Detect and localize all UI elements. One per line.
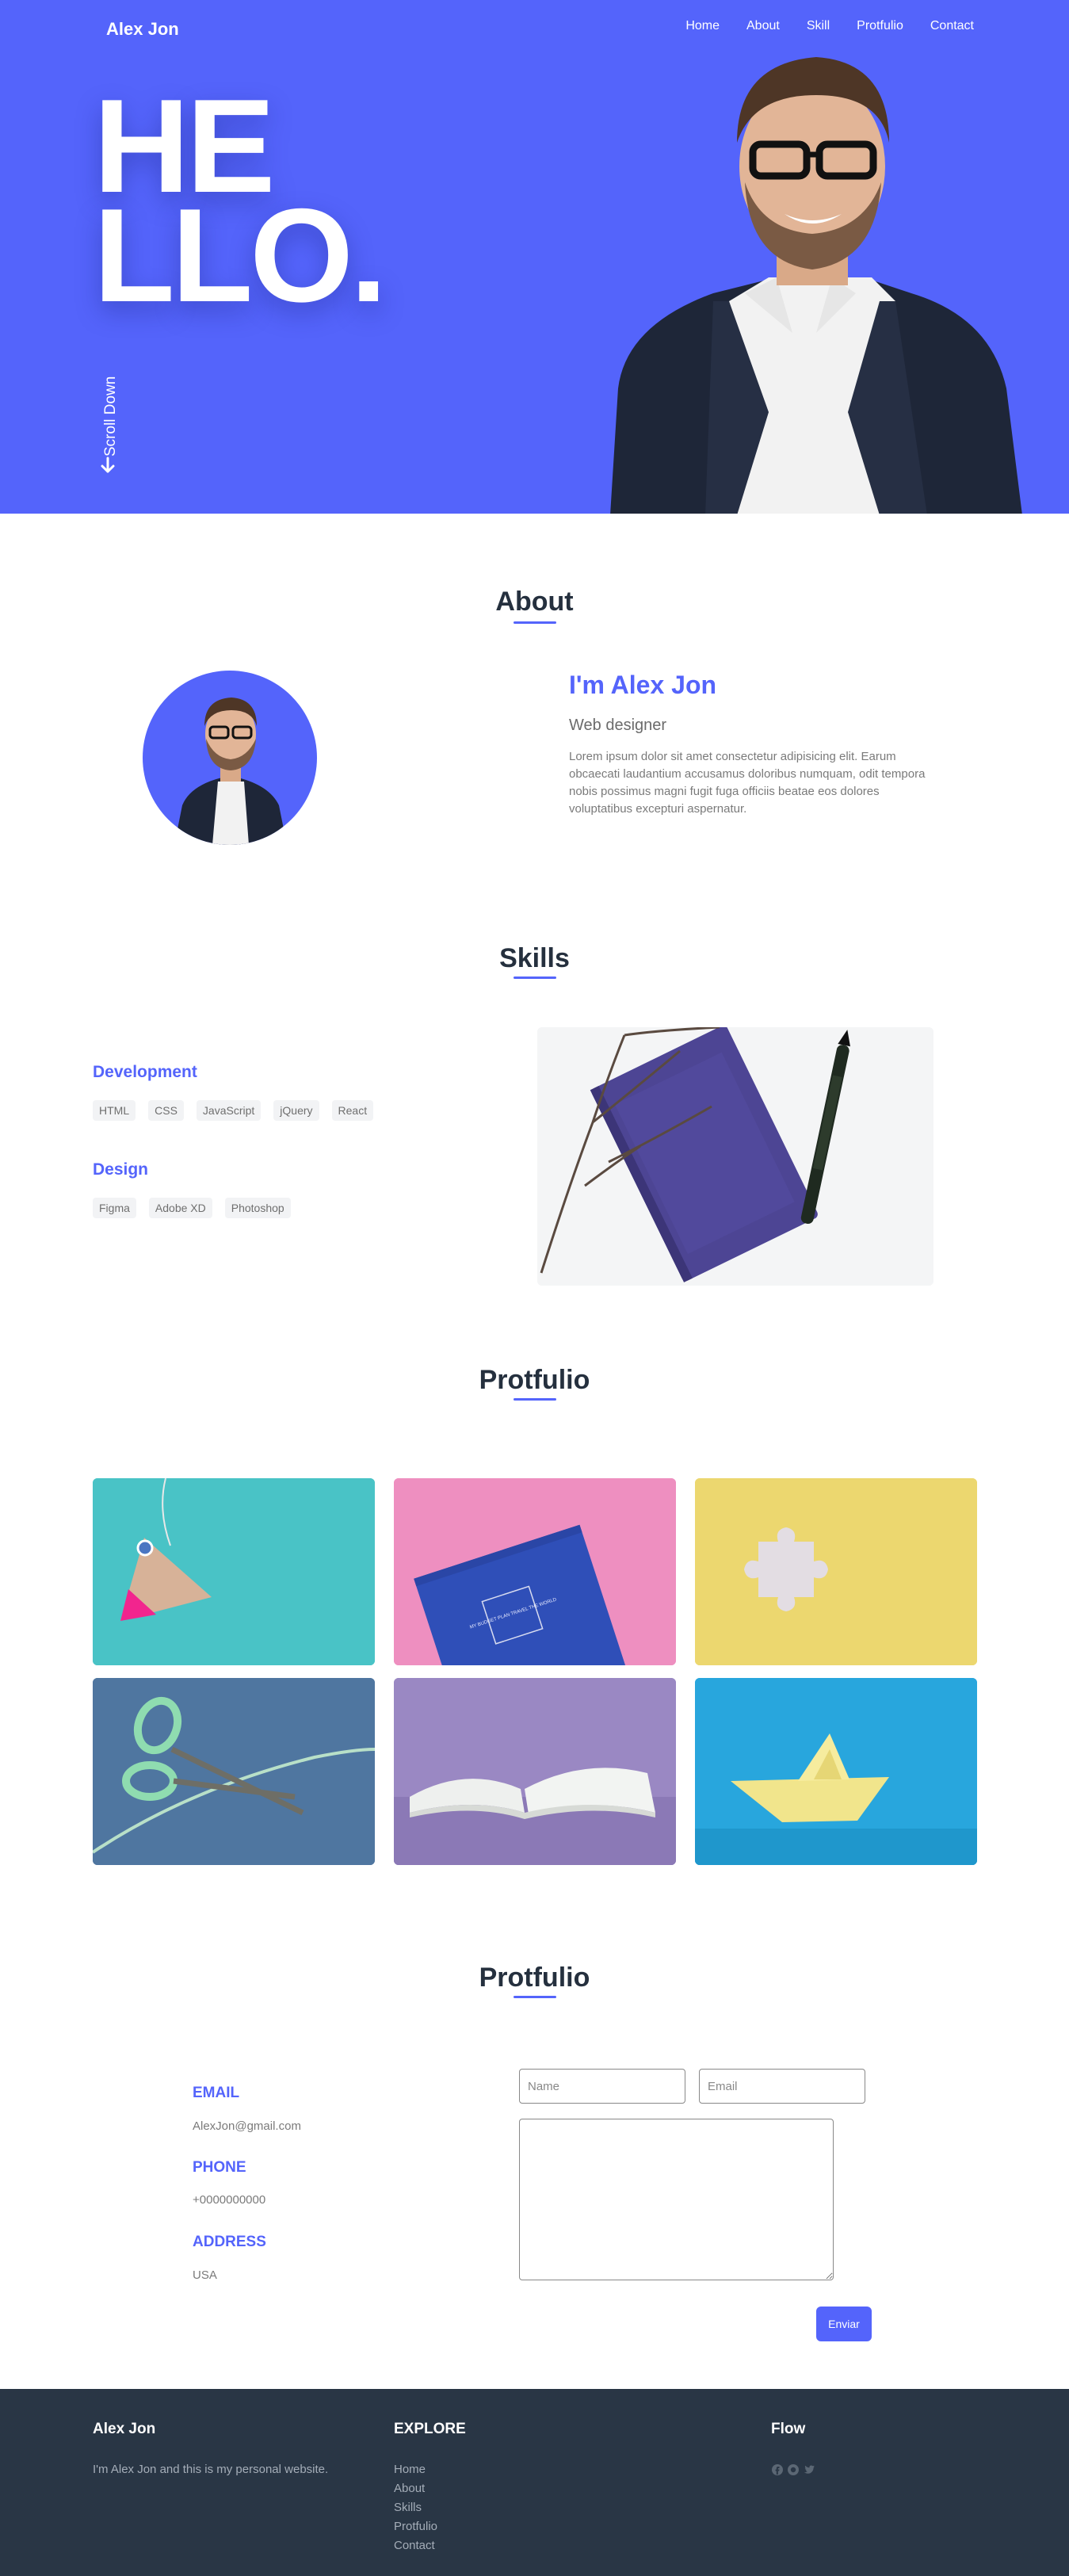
about-title: About bbox=[495, 587, 574, 617]
price-tag-image bbox=[93, 1478, 375, 1665]
footer-flow-title: Flow bbox=[771, 2421, 806, 2437]
email-label: EMAIL bbox=[193, 2085, 240, 2101]
scissors-image bbox=[93, 1678, 375, 1865]
nav-about[interactable]: About bbox=[746, 19, 780, 33]
portfolio-title-underline bbox=[513, 1398, 556, 1401]
about-role: Web designer bbox=[569, 717, 667, 734]
skill-chip: JavaScript bbox=[196, 1100, 262, 1121]
skill-chip: HTML bbox=[93, 1100, 136, 1121]
puzzle-piece-image bbox=[695, 1478, 977, 1665]
skill-chip: CSS bbox=[148, 1100, 184, 1121]
development-skills-list: HTML CSS JavaScript jQuery React bbox=[93, 1100, 374, 1121]
name-field[interactable] bbox=[519, 2069, 685, 2104]
portfolio-item-scissors[interactable] bbox=[93, 1678, 375, 1865]
main-nav: Home About Skill Protfulio Contact bbox=[685, 19, 974, 33]
address-label: ADDRESS bbox=[193, 2234, 266, 2250]
skills-notebook-image bbox=[537, 1027, 933, 1286]
design-skills-list: Figma Adobe XD Photoshop bbox=[93, 1198, 291, 1218]
portfolio-item-paper-boat[interactable] bbox=[695, 1678, 977, 1865]
portfolio-item-tag[interactable] bbox=[93, 1478, 375, 1665]
skills-title: Skills bbox=[499, 943, 570, 973]
portfolio-item-book[interactable]: MY BUDGET PLAN TRAVEL THE WORLD bbox=[394, 1478, 676, 1665]
nav-portfolio[interactable]: Protfulio bbox=[857, 19, 903, 33]
email-field[interactable] bbox=[699, 2069, 865, 2104]
portfolio-item-open-book[interactable] bbox=[394, 1678, 676, 1865]
footer-explore-title: EXPLORE bbox=[394, 2421, 466, 2437]
footer-link-portfolio[interactable]: Protfulio bbox=[394, 2520, 437, 2533]
footer-link-home[interactable]: Home bbox=[394, 2463, 437, 2476]
address-value: USA bbox=[193, 2268, 217, 2282]
portfolio-item-puzzle[interactable] bbox=[695, 1478, 977, 1665]
open-book-image bbox=[394, 1678, 676, 1865]
nav-home[interactable]: Home bbox=[685, 19, 720, 33]
skills-title-underline bbox=[513, 977, 556, 979]
footer-brand: Alex Jon bbox=[93, 2421, 156, 2437]
hero-portrait-image bbox=[610, 57, 1022, 514]
scroll-down-label: Scroll Down bbox=[102, 376, 119, 457]
email-value: AlexJon@gmail.com bbox=[193, 2119, 301, 2133]
skill-chip: Figma bbox=[93, 1198, 136, 1218]
skill-chip: jQuery bbox=[273, 1100, 319, 1121]
about-avatar bbox=[143, 671, 317, 845]
footer-tagline: I'm Alex Jon and this is my personal web… bbox=[93, 2463, 329, 2476]
hero-section: Alex Jon Home About Skill Protfulio Cont… bbox=[0, 0, 1069, 514]
avatar-portrait-image bbox=[174, 698, 287, 845]
hero-greeting-line-2: LLO. bbox=[94, 181, 388, 330]
skill-chip: Photoshop bbox=[224, 1198, 291, 1218]
skill-group-design: Design bbox=[93, 1160, 149, 1179]
footer: Alex Jon I'm Alex Jon and this is my per… bbox=[0, 2389, 1069, 2576]
nav-skill[interactable]: Skill bbox=[807, 19, 830, 33]
skill-group-development: Development bbox=[93, 1063, 197, 1081]
social-links bbox=[771, 2463, 815, 2476]
about-heading: I'm Alex Jon bbox=[569, 671, 717, 699]
scroll-down-link[interactable]: Scroll Down bbox=[99, 365, 123, 476]
notebook-illustration bbox=[537, 1027, 933, 1286]
footer-link-contact[interactable]: Contact bbox=[394, 2539, 437, 2552]
blue-book-image: MY BUDGET PLAN TRAVEL THE WORLD bbox=[394, 1478, 676, 1665]
phone-value: +0000000000 bbox=[193, 2193, 266, 2207]
contact-title: Protfulio bbox=[479, 1963, 590, 1993]
phone-label: PHONE bbox=[193, 2159, 246, 2176]
skill-chip: React bbox=[331, 1100, 374, 1121]
send-button[interactable]: Enviar bbox=[816, 2307, 872, 2341]
about-description: Lorem ipsum dolor sit amet consectetur a… bbox=[569, 750, 926, 816]
about-title-underline bbox=[513, 621, 556, 624]
footer-links: Home About Skills Protfulio Contact bbox=[394, 2463, 437, 2552]
facebook-icon[interactable] bbox=[771, 2463, 784, 2476]
contact-title-underline bbox=[513, 1996, 556, 1998]
arrow-down-icon bbox=[101, 457, 115, 473]
message-field[interactable] bbox=[519, 2119, 834, 2280]
github-icon[interactable] bbox=[787, 2463, 800, 2476]
hero-greeting: HE LLO. bbox=[94, 79, 388, 330]
footer-link-about[interactable]: About bbox=[394, 2482, 437, 2495]
portfolio-title: Protfulio bbox=[479, 1365, 590, 1395]
paper-boat-image bbox=[695, 1678, 977, 1865]
skill-chip: Adobe XD bbox=[148, 1198, 212, 1218]
nav-contact[interactable]: Contact bbox=[930, 19, 974, 33]
brand-logo[interactable]: Alex Jon bbox=[106, 19, 179, 40]
footer-link-skills[interactable]: Skills bbox=[394, 2501, 437, 2514]
twitter-icon[interactable] bbox=[803, 2463, 815, 2476]
